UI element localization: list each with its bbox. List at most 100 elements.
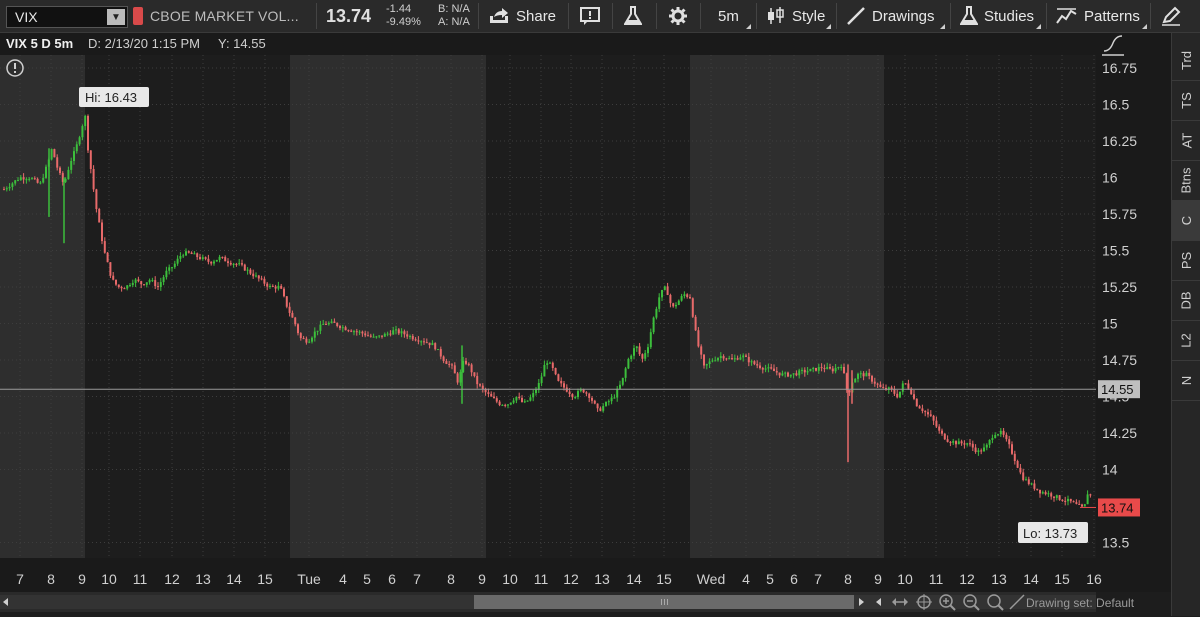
candle-body (616, 388, 619, 398)
expand-icon[interactable] (892, 598, 908, 606)
symbol-selector[interactable]: VIX ▼ (6, 6, 128, 28)
candle-body (932, 415, 935, 421)
symbol-description: CBOE MARKET VOL... (150, 8, 299, 24)
candle-body (756, 364, 759, 366)
timeframe-button[interactable]: 5m (718, 0, 739, 32)
candle-body (498, 401, 501, 406)
toolbar: VIX ▼ CBOE MARKET VOL... 13.74 -1.44 -9.… (0, 0, 1200, 33)
candle-body (229, 262, 232, 265)
drawing-set-label[interactable]: Drawing set: Default (1026, 596, 1134, 610)
lab-button[interactable] (624, 0, 642, 32)
candle-body (728, 358, 731, 360)
drawings-button[interactable]: Drawings (846, 0, 935, 32)
chart-background (0, 33, 1171, 592)
candle-body (263, 278, 266, 284)
candle-body (672, 303, 675, 307)
drawing-line-icon[interactable] (1009, 594, 1025, 610)
lo-label-text: Lo: 13.73 (1023, 526, 1077, 541)
alert-button[interactable] (580, 0, 602, 32)
candle-body (585, 392, 588, 394)
candle-body (901, 383, 904, 392)
candle-body (353, 331, 355, 333)
flag-icon[interactable] (133, 7, 143, 25)
crosshair-tool-icon[interactable] (916, 594, 932, 610)
right-panel-tab-at[interactable]: AT (1172, 120, 1200, 161)
candle-body (985, 444, 988, 448)
right-panel-tab-db[interactable]: DB (1172, 280, 1200, 321)
share-button[interactable]: Share (488, 0, 556, 32)
bid-ask: B: N/A A: N/A (438, 3, 470, 29)
right-panel-tab-btns[interactable]: Btns (1172, 160, 1200, 201)
candle-body (593, 400, 596, 404)
candle-body (1041, 492, 1044, 494)
price-chart[interactable]: 16.75 16.5 16.25 16 15.75 15.5 15.25 15 14.75 14.… (0, 33, 1171, 592)
style-button[interactable]: Style (766, 0, 825, 32)
candle-body (252, 273, 255, 277)
zoom-reset-icon[interactable] (987, 594, 1004, 611)
candle-body (1081, 504, 1083, 507)
candle-body (560, 380, 563, 384)
chevron-down-icon[interactable]: ▼ (107, 9, 125, 25)
candle-body (1055, 495, 1058, 498)
right-panel-tab-label: TS (1179, 91, 1194, 109)
candle-body (619, 384, 621, 389)
candle-body (1033, 483, 1036, 489)
candle-body (669, 294, 672, 304)
right-panel-tab-label: AT (1179, 132, 1194, 148)
candle-body (652, 317, 655, 333)
zoom-out-icon[interactable] (963, 594, 980, 611)
candle-body (551, 362, 554, 368)
candle-body (31, 178, 33, 180)
candle-body (109, 262, 112, 276)
right-panel-tab-l2[interactable]: L2 (1172, 320, 1200, 361)
x-tick-label: 11 (133, 571, 148, 587)
y-tick-label: 16.5 (1102, 97, 1129, 113)
x-tick-label: 9 (78, 571, 86, 587)
candle-body (971, 443, 974, 448)
candle-body (487, 392, 490, 394)
zoom-in-icon[interactable] (939, 594, 956, 611)
patterns-button[interactable]: Patterns (1056, 0, 1140, 32)
corner-triangle-icon (1142, 24, 1147, 29)
right-panel-tab-ts[interactable]: TS (1172, 80, 1200, 121)
symbol-value: VIX (15, 9, 38, 25)
candle-body (655, 308, 658, 318)
candle-body (913, 394, 915, 399)
candle-body (817, 367, 820, 371)
candle-body (235, 263, 238, 265)
candle-body (409, 335, 411, 337)
candle-body (84, 115, 87, 127)
candle-body (1047, 493, 1050, 495)
settings-button[interactable] (668, 0, 688, 32)
pencil-edit-button[interactable] (1160, 0, 1182, 32)
candle-body (711, 360, 714, 362)
right-panel-tab-label: PS (1179, 251, 1194, 269)
y-tick-label: 14 (1102, 462, 1118, 478)
candle-body (5, 188, 8, 190)
candle-body (501, 404, 504, 406)
right-panel-tab-c[interactable]: C (1172, 200, 1200, 241)
candle-body (355, 331, 358, 333)
right-panel-tab-trd[interactable]: Trd (1172, 40, 1200, 81)
candle-body (465, 360, 467, 364)
candle-body (1078, 503, 1081, 505)
candle-body (630, 355, 633, 359)
candle-body (14, 180, 17, 184)
candle-body (927, 412, 929, 415)
candle-body (803, 369, 806, 373)
candle-body (812, 367, 815, 369)
candle-body (344, 327, 347, 331)
right-panel-tab-ps[interactable]: PS (1172, 240, 1200, 281)
candle-body (383, 333, 386, 337)
candle-body (347, 330, 350, 332)
candle-body (563, 383, 565, 388)
studies-button[interactable]: Studies (960, 0, 1034, 32)
x-tick-label: 14 (626, 571, 642, 587)
candle-body (98, 209, 101, 223)
candle-body (512, 400, 515, 403)
candle-body (106, 252, 109, 263)
candle-body (249, 269, 252, 274)
candle-body (943, 433, 946, 440)
right-panel-tab-n[interactable]: N (1172, 360, 1200, 401)
candle-body (773, 368, 775, 372)
